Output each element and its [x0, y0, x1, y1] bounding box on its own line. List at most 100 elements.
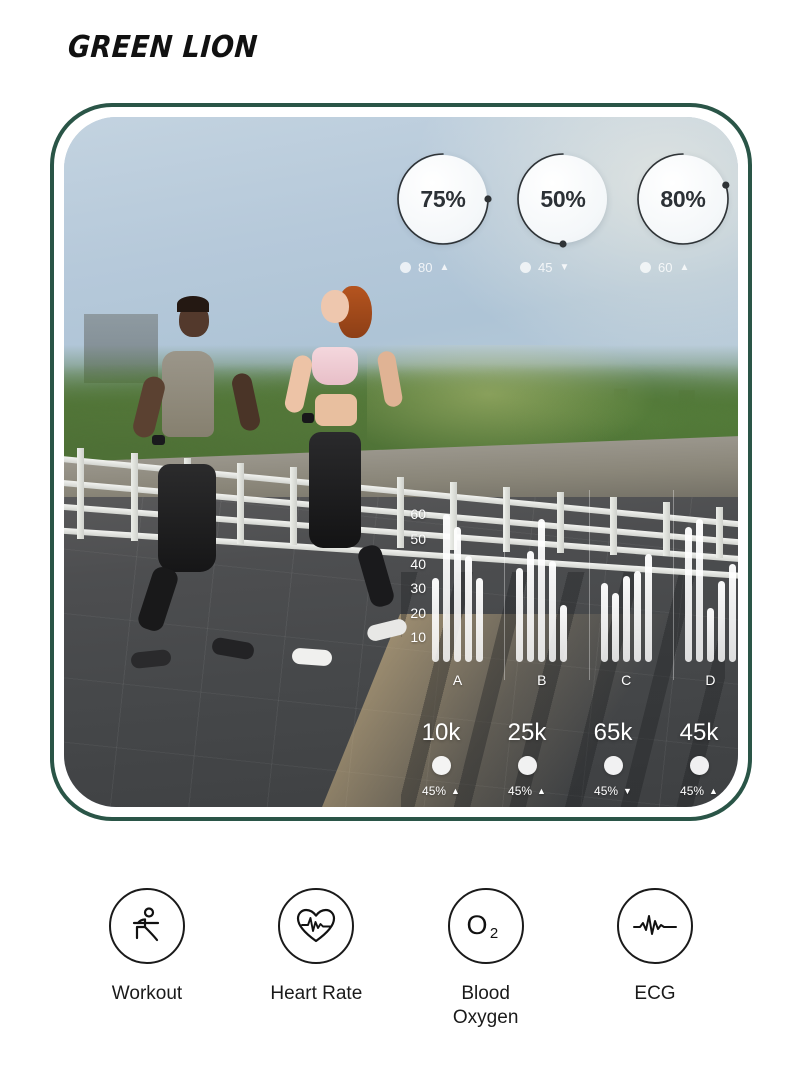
- bar-group-c: C: [588, 490, 652, 688]
- smartwatch-female: [302, 413, 315, 424]
- chart-grid-line: [588, 490, 590, 680]
- trend-up-icon: ▲: [679, 261, 690, 273]
- chart-bar: [476, 578, 483, 662]
- y-axis-tick: 20: [410, 604, 426, 621]
- stat-delta: 45% ▼: [594, 784, 632, 798]
- railing-post: [77, 447, 85, 539]
- stat-delta-text: 45%: [508, 784, 533, 798]
- brand-logo: GREEN LION: [66, 30, 259, 65]
- chart-bar: [432, 578, 439, 662]
- chart-bar: [717, 580, 725, 662]
- bar-group-label: C: [621, 672, 632, 688]
- feature-label: Heart Rate: [270, 983, 363, 1004]
- gauge-subvalue: 45 ▼: [514, 260, 612, 275]
- chart-bar: [516, 568, 524, 662]
- feature-blood-oxygen[interactable]: O 2 Blood Oxygen: [411, 888, 561, 1030]
- gauge-subvalue: 80 ▲: [394, 260, 492, 275]
- trend-down-icon: ▼: [559, 261, 570, 273]
- gauge-1[interactable]: 75% 80 ▲: [394, 150, 492, 275]
- gauge-subvalue-text: 45: [538, 260, 553, 275]
- chart-bar: [644, 553, 652, 662]
- gauge-ring: 80%: [634, 150, 732, 248]
- gauge-subvalue-text: 60: [658, 260, 673, 275]
- stat-delta: 45% ▲: [508, 784, 546, 798]
- trend-up-icon: ▲: [709, 785, 718, 796]
- chart-bar: [538, 519, 546, 662]
- stat-delta-text: 45%: [422, 784, 447, 798]
- smartwatch-male: [151, 434, 165, 445]
- gauge-ring: 75%: [394, 150, 492, 248]
- stat-value: 65k: [593, 719, 633, 746]
- chart-grid-line: [672, 490, 674, 680]
- device-screen: 75% 80 ▲ 50% 45 ▼ 80% 60 ▲ 10 20 30 40 50 60 A B C D 10k…: [64, 117, 738, 807]
- svg-text:2: 2: [489, 925, 497, 942]
- chart-bar: [622, 575, 630, 662]
- chart-bar: [684, 526, 692, 662]
- gauge-ring: 50%: [514, 150, 612, 248]
- y-axis-tick: 10: [410, 629, 426, 646]
- feature-label: Workout: [111, 983, 183, 1004]
- chart-bar: [560, 605, 568, 662]
- runner-male: [125, 295, 294, 669]
- chart-grid-line: [504, 490, 506, 680]
- feature-ecg[interactable]: ECG: [580, 888, 730, 1030]
- heart-pulse-icon: [278, 888, 355, 964]
- chart-bar: [633, 570, 641, 662]
- stat-row: 10k 45% ▲ 25k 45% ▲ 65k 45% ▼ 45k 45% ▲: [402, 719, 738, 798]
- bar-group-a: A: [432, 502, 483, 688]
- gauge-dot-icon: [520, 262, 531, 273]
- o2-icon: O 2: [447, 888, 524, 964]
- y-axis-tick: 40: [410, 555, 426, 572]
- chart-bar: [611, 593, 619, 662]
- activity-bar-chart: 10 20 30 40 50 60 A B C D: [396, 490, 736, 688]
- trend-up-icon: ▲: [537, 785, 546, 796]
- stat-3[interactable]: 65k 45% ▼: [574, 719, 652, 798]
- trend-up-icon: ▲: [451, 785, 460, 796]
- stat-value: 25k: [507, 719, 547, 746]
- stat-delta-text: 45%: [594, 784, 619, 798]
- chart-bar: [549, 561, 557, 662]
- trend-down-icon: ▼: [623, 785, 632, 796]
- y-axis-tick: 50: [410, 530, 426, 547]
- chart-bar: [695, 519, 703, 662]
- device-panel: 75% 80 ▲ 50% 45 ▼ 80% 60 ▲ 10 20 30 40 50 60 A B C D 10k…: [50, 103, 752, 821]
- gauge-2[interactable]: 50% 45 ▼: [514, 150, 612, 275]
- gauge-subvalue-text: 80: [418, 260, 433, 275]
- bar-group-label: D: [705, 672, 716, 688]
- feature-row: Workout Heart Rate O 2 Blood Oxygen ECG: [72, 888, 730, 1030]
- stat-4[interactable]: 45k 45% ▲: [660, 719, 738, 798]
- y-axis-tick: 30: [410, 580, 426, 597]
- stat-delta: 45% ▲: [422, 784, 460, 798]
- svg-text:O: O: [466, 910, 487, 940]
- feature-heart-rate[interactable]: Heart Rate: [241, 888, 391, 1030]
- chart-bar: [465, 556, 472, 662]
- bar-group-d: D: [672, 490, 736, 688]
- chart-plot-area: A B C D: [432, 490, 736, 688]
- feature-workout[interactable]: Workout: [72, 888, 222, 1030]
- chart-bar: [454, 526, 461, 662]
- feature-label: Blood Oxygen: [452, 983, 519, 1028]
- poster-page: GREEN LION 75% 80 ▲ 50% 45 ▼ 80% 60 ▲ 10…: [0, 0, 800, 1091]
- trend-up-icon: ▲: [439, 261, 450, 273]
- bar-group-label: B: [537, 672, 547, 688]
- gauge-dot-icon: [640, 262, 651, 273]
- stat-dot-icon: [431, 756, 451, 775]
- stat-value: 10k: [421, 719, 461, 746]
- stat-dot-icon: [517, 756, 537, 775]
- stat-dot-icon: [603, 756, 623, 775]
- chart-bar: [728, 563, 736, 662]
- chart-bar: [443, 514, 450, 662]
- gauge-subvalue: 60 ▲: [634, 260, 732, 275]
- chart-bar: [706, 607, 714, 662]
- stat-dot-icon: [689, 756, 709, 775]
- yoga-figure-icon: [109, 888, 185, 964]
- feature-label: ECG: [634, 983, 676, 1004]
- stat-delta: 45% ▲: [680, 784, 718, 798]
- stat-value: 45k: [679, 719, 719, 746]
- gauge-dot-icon: [400, 262, 411, 273]
- bar-group-label: A: [452, 672, 463, 688]
- chart-bar: [600, 583, 608, 662]
- gauge-3[interactable]: 80% 60 ▲: [634, 150, 732, 275]
- stat-1[interactable]: 10k 45% ▲: [402, 719, 480, 798]
- stat-2[interactable]: 25k 45% ▲: [488, 719, 566, 798]
